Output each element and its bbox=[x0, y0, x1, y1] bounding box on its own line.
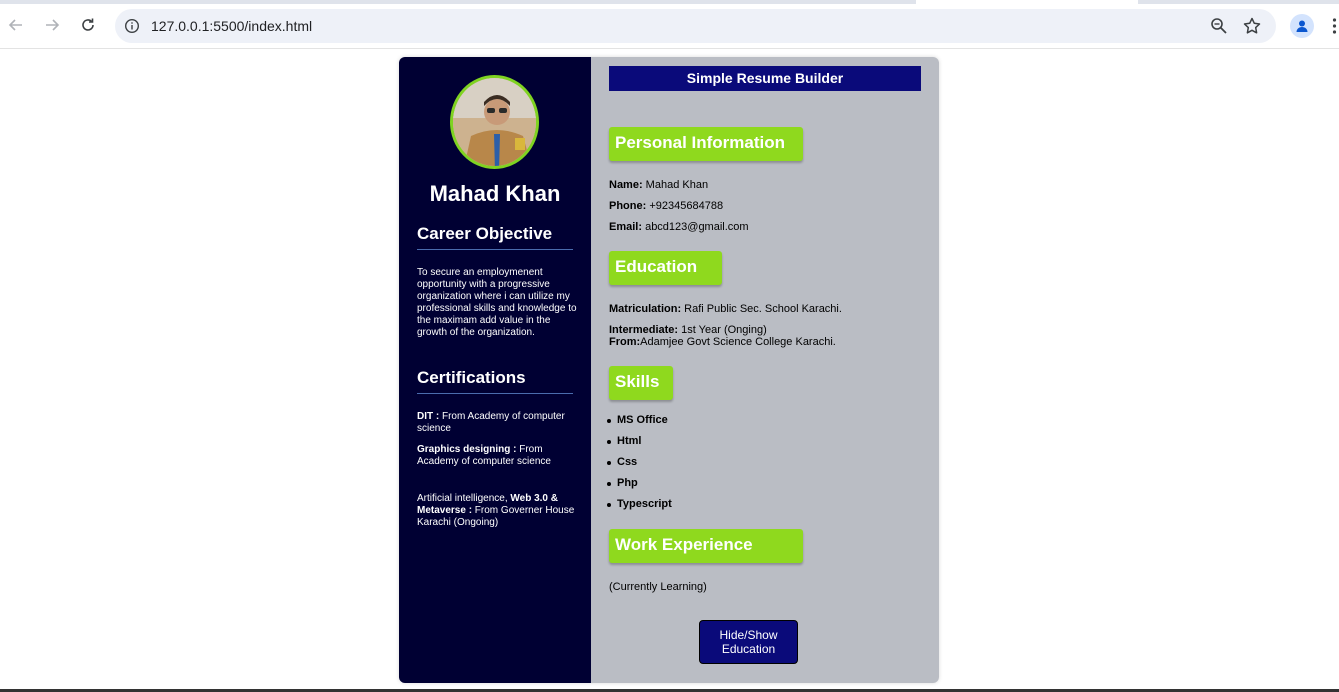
browser-toolbar: 127.0.0.1:5500/index.html bbox=[0, 4, 1339, 49]
skills-list: MS Office Html Css Php Typescript bbox=[607, 414, 672, 519]
cert-item: Artificial intelligence, Web 3.0 & Metav… bbox=[417, 493, 577, 529]
bookmark-star-icon[interactable] bbox=[1242, 16, 1262, 36]
field-value: 1st Year (Onging) bbox=[678, 324, 767, 336]
field-label: Matriculation: bbox=[609, 303, 682, 315]
cert-title: Graphics designing : bbox=[417, 444, 517, 455]
cert-prefix: Artificial intelligence, bbox=[417, 493, 511, 504]
education-inter-row: Intermediate: 1st Year (Onging) bbox=[609, 324, 767, 336]
profile-avatar-icon[interactable] bbox=[1290, 14, 1314, 38]
field-value: Rafi Public Sec. School Karachi. bbox=[681, 303, 842, 315]
education-from-row: From:Adamjee Govt Science College Karach… bbox=[609, 336, 836, 348]
work-experience-text: (Currently Learning) bbox=[609, 581, 707, 593]
cert-source: From Academy of computer science bbox=[417, 411, 565, 434]
divider bbox=[417, 249, 573, 250]
divider bbox=[417, 393, 573, 394]
resume-card: Mahad Khan Career Objective To secure an… bbox=[399, 57, 939, 683]
resume-name: Mahad Khan bbox=[429, 181, 561, 206]
skill-item: Php bbox=[607, 477, 672, 498]
skill-item: Html bbox=[607, 435, 672, 456]
field-value: +92345684788 bbox=[646, 200, 724, 212]
personal-info-heading: Personal Information bbox=[609, 127, 803, 161]
skill-item: Css bbox=[607, 456, 672, 477]
cert-item: Graphics designing : From Academy of com… bbox=[417, 444, 577, 468]
career-objective-text: To secure an employmenent opportunity wi… bbox=[417, 267, 577, 338]
education-matric-row: Matriculation: Rafi Public Sec. School K… bbox=[609, 303, 842, 315]
menu-kebab-icon[interactable] bbox=[1330, 16, 1339, 36]
url-text[interactable]: 127.0.0.1:5500/index.html bbox=[151, 18, 312, 34]
personal-phone-row: Phone: +92345684788 bbox=[609, 200, 723, 212]
field-label: Name: bbox=[609, 179, 643, 191]
resume-main: Simple Resume Builder Personal Informati… bbox=[591, 57, 939, 683]
personal-name-row: Name: Mahad Khan bbox=[609, 179, 708, 191]
field-label: From: bbox=[609, 336, 641, 348]
site-info-icon[interactable] bbox=[123, 17, 141, 35]
field-value: abcd123@gmail.com bbox=[642, 221, 749, 233]
skill-item: Typescript bbox=[607, 498, 672, 519]
cert-title: DIT : bbox=[417, 411, 440, 422]
cert-item: DIT : From Academy of computer science bbox=[417, 411, 577, 435]
field-label: Phone: bbox=[609, 200, 647, 212]
reload-icon[interactable] bbox=[76, 13, 100, 37]
toggle-education-button[interactable]: Hide/Show Education bbox=[699, 620, 798, 664]
field-value: Mahad Khan bbox=[642, 179, 709, 191]
field-label: Intermediate: bbox=[609, 324, 679, 336]
work-experience-heading: Work Experience bbox=[609, 529, 803, 563]
skills-heading: Skills bbox=[609, 366, 673, 400]
forward-arrow-icon[interactable] bbox=[40, 13, 64, 37]
profile-photo bbox=[450, 75, 539, 169]
resume-sidebar: Mahad Khan Career Objective To secure an… bbox=[399, 57, 591, 683]
field-label: Email: bbox=[609, 221, 643, 233]
app-title: Simple Resume Builder bbox=[609, 66, 921, 91]
certifications-heading: Certifications bbox=[417, 368, 526, 387]
personal-email-row: Email: abcd123@gmail.com bbox=[609, 221, 749, 233]
field-value: Adamjee Govt Science College Karachi. bbox=[640, 336, 836, 348]
skill-item: MS Office bbox=[607, 414, 672, 435]
back-arrow-icon[interactable] bbox=[4, 13, 28, 37]
education-heading: Education bbox=[609, 251, 722, 285]
career-objective-heading: Career Objective bbox=[417, 224, 553, 243]
address-bar[interactable]: 127.0.0.1:5500/index.html bbox=[115, 9, 1276, 43]
zoom-icon[interactable] bbox=[1210, 17, 1228, 35]
